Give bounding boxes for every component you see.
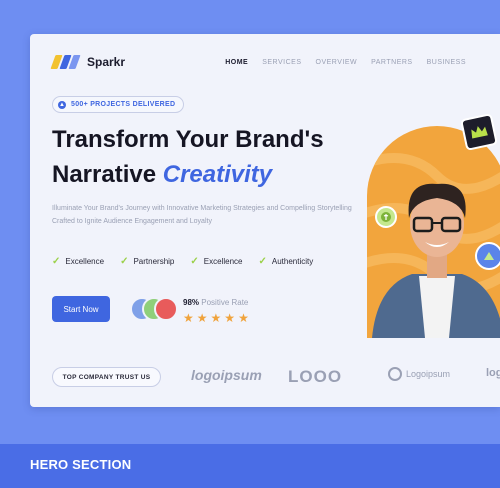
- hero-card: Sparkr HOME SERVICES OVERVIEW PARTNERS B…: [30, 34, 500, 407]
- nav-item-business[interactable]: BUSINESS: [427, 59, 466, 66]
- partner-logo: LOOO: [288, 367, 343, 386]
- feature-label: Excellence: [203, 257, 243, 266]
- partner-logo: log: [486, 367, 500, 379]
- feature-label: Excellence: [65, 257, 105, 266]
- nav-item-partners[interactable]: PARTNERS: [371, 59, 412, 66]
- projects-delivered-badge: ▲ 500+ PROJECTS DELIVERED: [52, 96, 185, 113]
- rate-label: Positive Rate: [201, 298, 249, 307]
- customer-avatars: [130, 297, 182, 321]
- plant-icon: [375, 206, 397, 228]
- nav-item-home[interactable]: HOME: [225, 59, 248, 66]
- star-icon: ★: [210, 311, 222, 325]
- feature-label: Partnership: [133, 257, 175, 266]
- avatar: [154, 297, 178, 321]
- nav-item-overview[interactable]: OVERVIEW: [316, 59, 358, 66]
- star-icon: ★: [196, 311, 208, 325]
- star-icon: ★: [183, 311, 194, 325]
- star-icon: ★: [224, 311, 236, 325]
- feature-list: ✓ Excellence ✓ Partnership ✓ Excellence ✓ Au…: [52, 256, 313, 267]
- page-title: Transform Your Brand's Narrative Creativ…: [52, 122, 324, 192]
- person-illustration: [367, 153, 500, 338]
- trust-badge: TOP COMPANY TRUST US: [52, 367, 161, 387]
- feature-item: ✓ Authenticity: [258, 256, 313, 267]
- star-icon: ★: [238, 311, 249, 325]
- hero-portrait: [367, 126, 500, 338]
- growth-icon: [475, 242, 500, 270]
- brand-name: Sparkr: [87, 55, 126, 69]
- positive-rate: 98% Positive Rate ★ ★ ★ ★ ★: [183, 298, 249, 325]
- feature-item: ✓ Partnership: [120, 256, 174, 267]
- partner-logo: logoipsum: [191, 367, 262, 383]
- headline-line-2: Narrative: [52, 161, 163, 188]
- sparkr-logo-icon: [50, 55, 81, 69]
- brand-logo[interactable]: Sparkr: [50, 55, 126, 69]
- feature-label: Authenticity: [271, 257, 314, 266]
- partner-logo-text: Logoipsum: [406, 369, 451, 379]
- projects-delivered-text: 500+ PROJECTS DELIVERED: [71, 101, 176, 108]
- partner-logo: Logoipsum: [388, 367, 450, 381]
- check-icon: ✓: [190, 256, 199, 267]
- check-icon: ✓: [258, 256, 267, 267]
- nav-item-services[interactable]: SERVICES: [262, 59, 301, 66]
- crown-icon: [460, 113, 498, 151]
- headline-accent: Creativity: [162, 161, 273, 188]
- headline-line-1: Transform Your Brand's: [52, 126, 324, 153]
- top-nav: HOME SERVICES OVERVIEW PARTNERS BUSINESS: [225, 59, 466, 66]
- section-label: HERO SECTION: [30, 457, 132, 472]
- rocket-icon: ▲: [58, 100, 66, 109]
- check-icon: ✓: [52, 256, 61, 267]
- feature-item: ✓ Excellence: [52, 256, 104, 267]
- hero-subtitle: Illuminate Your Brand's Journey with Inn…: [52, 205, 352, 225]
- star-rating: ★ ★ ★ ★ ★: [183, 311, 249, 325]
- start-now-button[interactable]: Start Now: [52, 296, 110, 322]
- rate-percent: 98%: [183, 298, 200, 307]
- feature-item: ✓ Excellence: [190, 256, 242, 267]
- check-icon: ✓: [120, 256, 129, 267]
- logoipsum-icon: [388, 367, 402, 381]
